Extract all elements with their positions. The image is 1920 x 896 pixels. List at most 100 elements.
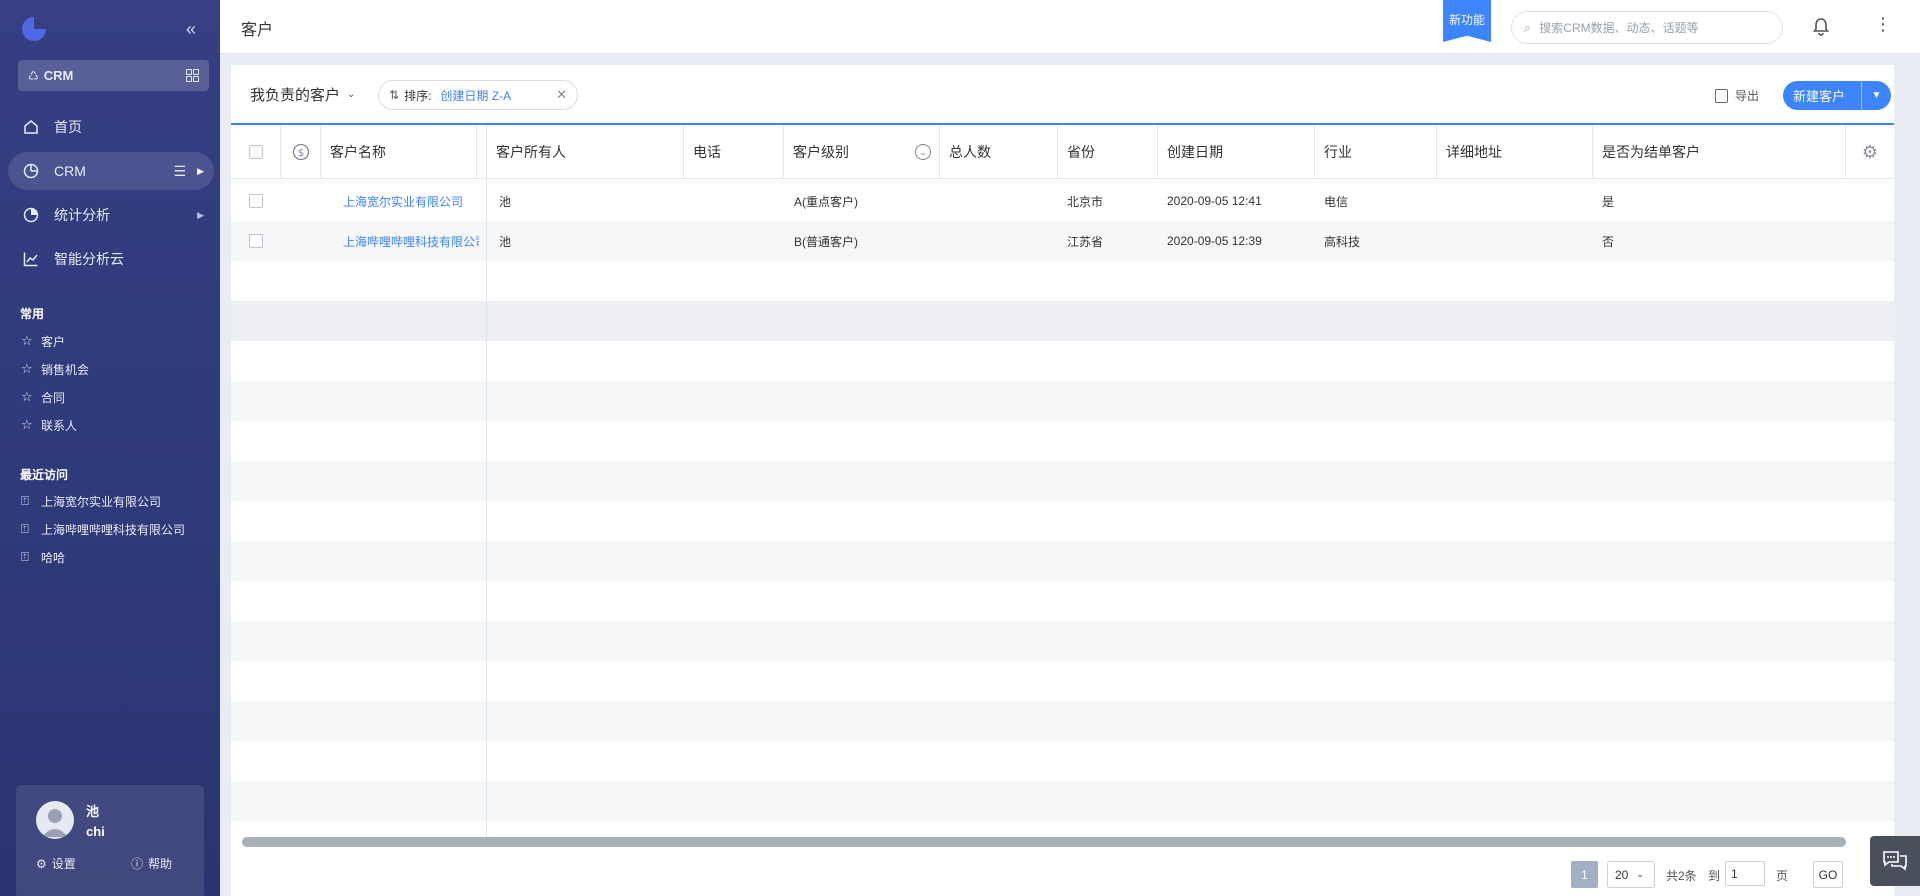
scene-dropdown[interactable]: 我负责的客户 ⌄ bbox=[250, 84, 355, 105]
new-feature-badge[interactable]: 新功能 bbox=[1443, 0, 1491, 42]
search-input[interactable] bbox=[1539, 20, 1760, 35]
page-title: 客户 bbox=[241, 22, 274, 39]
chat-support-button[interactable] bbox=[1870, 836, 1920, 886]
collapse-sidebar-icon[interactable]: « bbox=[186, 20, 196, 38]
star-icon: ☆ bbox=[21, 389, 33, 404]
row-checkbox-cell bbox=[249, 181, 263, 221]
table-row[interactable]: 上海宽尔实业有限公司 池 A(重点客户) 北京市 2020-09-05 12:4… bbox=[231, 181, 1894, 221]
page-size-select[interactable]: 20 ⌄ bbox=[1607, 861, 1655, 888]
empty-row bbox=[231, 501, 1894, 541]
row-checkbox[interactable] bbox=[249, 194, 263, 208]
sort-value: 创建日期 Z-A bbox=[440, 88, 512, 103]
chevron-down-icon[interactable]: ▼ bbox=[1861, 81, 1891, 110]
column-header[interactable]: 是否为结单客户 bbox=[1593, 125, 1846, 179]
favorite-item[interactable]: ☆ 联系人 bbox=[21, 411, 89, 439]
home-icon bbox=[22, 118, 40, 136]
help-icon: ⓘ bbox=[131, 857, 144, 871]
bag-icon: ⍐ bbox=[21, 549, 29, 564]
recent-item[interactable]: ⍐ 哈哈 bbox=[21, 543, 185, 571]
goto-label: 到 bbox=[1708, 869, 1721, 883]
favorites-list: ☆ 客户 ☆ 销售机会 ☆ 合同 ☆ 联系人 bbox=[21, 327, 89, 439]
caret-right-icon: ▶ bbox=[197, 165, 204, 176]
column-header[interactable]: 总人数 bbox=[940, 125, 1058, 179]
column-settings-cell: ⚙ bbox=[1846, 125, 1894, 179]
empty-row bbox=[231, 621, 1894, 661]
empty-row bbox=[231, 461, 1894, 501]
row-checkbox[interactable] bbox=[249, 234, 263, 248]
horizontal-scrollbar[interactable] bbox=[242, 837, 1846, 847]
column-header[interactable]: 电话 bbox=[684, 125, 784, 179]
sort-chip[interactable]: ⇅ 排序: 创建日期 Z-A ✕ bbox=[378, 80, 578, 110]
grid-icon[interactable] bbox=[186, 69, 199, 82]
nav-item-crm[interactable]: CRM ☰ ▶ bbox=[8, 152, 214, 190]
user-card: 池 chi ⚙ 设置 ⓘ 帮助 bbox=[16, 785, 204, 896]
column-header-level[interactable]: 客户级别 ⌄ bbox=[784, 125, 940, 179]
list-filter-icon[interactable]: ☰ bbox=[173, 163, 186, 180]
table-header: $ 客户名称 客户所有人 电话 客户级别 ⌄ 总人数 省份 创建日期 行业 详细… bbox=[231, 125, 1894, 179]
line-chart-icon bbox=[22, 250, 40, 268]
table-row[interactable]: 上海哔哩哔哩科技有限公司 池 B(普通客户) 江苏省 2020-09-05 12… bbox=[231, 221, 1894, 261]
sidebar: « ♺ CRM 首页 CRM ☰ ▶ 统计分析 ▶ 智能分析云 常用 ☆ 客户 … bbox=[0, 0, 220, 896]
pie-chart-icon bbox=[22, 206, 40, 224]
column-header[interactable]: 省份 bbox=[1058, 125, 1158, 179]
filter-dropdown-icon[interactable]: ⌄ bbox=[915, 144, 931, 160]
recent-title: 最近访问 bbox=[20, 468, 69, 482]
nav-item-home[interactable]: 首页 bbox=[8, 108, 214, 146]
help-link[interactable]: ⓘ 帮助 bbox=[131, 855, 172, 872]
avatar[interactable] bbox=[36, 801, 74, 839]
app-switcher[interactable]: ♺ CRM bbox=[18, 60, 209, 91]
global-search[interactable]: ⌕ bbox=[1511, 11, 1783, 44]
nav-item-analytics[interactable]: 统计分析 ▶ bbox=[8, 196, 214, 234]
goto-page-input[interactable]: 1 bbox=[1725, 861, 1765, 886]
page-number-current[interactable]: 1 bbox=[1571, 861, 1598, 888]
empty-row bbox=[231, 261, 1894, 301]
nav-item-bi-cloud[interactable]: 智能分析云 bbox=[8, 240, 214, 278]
crm-app-icon: ♺ bbox=[28, 68, 39, 83]
new-customer-button[interactable]: 新建客户 ▼ bbox=[1783, 81, 1891, 110]
nav-item-label: 首页 bbox=[54, 119, 82, 135]
app-logo[interactable] bbox=[21, 16, 47, 42]
chevron-down-icon: ⌄ bbox=[1636, 869, 1644, 879]
gear-icon[interactable]: ⚙ bbox=[1862, 142, 1878, 163]
select-all-checkbox[interactable] bbox=[248, 145, 263, 159]
owner-cell: 池 bbox=[499, 194, 512, 209]
industry-cell: 高科技 bbox=[1324, 234, 1361, 249]
sort-icon: ⇅ bbox=[389, 88, 400, 102]
column-header[interactable]: 详细地址 bbox=[1437, 125, 1593, 179]
level-cell: A(重点客户) bbox=[794, 194, 858, 209]
deal-col-header: $ bbox=[281, 125, 321, 179]
closed-cell: 是 bbox=[1602, 194, 1615, 209]
chat-icon bbox=[1883, 851, 1907, 871]
column-header[interactable]: 创建日期 bbox=[1158, 125, 1315, 179]
recent-list: ⍐ 上海宽尔实业有限公司 ⍐ 上海哔哩哔哩科技有限公司 ⍐ 哈哈 bbox=[21, 487, 185, 571]
export-button[interactable]: 导出 bbox=[1715, 87, 1759, 104]
more-options-icon[interactable]: ⋮ bbox=[1874, 15, 1892, 33]
column-header[interactable]: 行业 bbox=[1315, 125, 1437, 179]
total-count: 共2条 bbox=[1666, 869, 1697, 883]
sidebar-nav: 首页 CRM ☰ ▶ 统计分析 ▶ 智能分析云 bbox=[8, 108, 214, 284]
recent-item[interactable]: ⍐ 上海宽尔实业有限公司 bbox=[21, 487, 185, 515]
customer-name-link[interactable]: 上海哔哩哔哩科技有限公司 bbox=[343, 221, 479, 261]
sort-label: 排序: bbox=[404, 88, 432, 103]
select-all-cell bbox=[231, 125, 281, 179]
user-account: chi bbox=[86, 824, 105, 839]
recent-item[interactable]: ⍐ 上海哔哩哔哩科技有限公司 bbox=[21, 515, 185, 543]
empty-row bbox=[231, 541, 1894, 581]
caret-right-icon: ▶ bbox=[197, 209, 204, 220]
settings-link[interactable]: ⚙ 设置 bbox=[36, 855, 76, 872]
scene-label: 我负责的客户 bbox=[250, 87, 341, 104]
province-cell: 北京市 bbox=[1067, 194, 1104, 209]
favorite-item[interactable]: ☆ 客户 bbox=[21, 327, 89, 355]
close-icon[interactable]: ✕ bbox=[556, 87, 567, 103]
favorite-item[interactable]: ☆ 销售机会 bbox=[21, 355, 89, 383]
currency-icon[interactable]: $ bbox=[292, 143, 310, 161]
bell-icon[interactable] bbox=[1811, 17, 1831, 37]
nav-item-label: 智能分析云 bbox=[54, 251, 124, 267]
customer-name-link[interactable]: 上海宽尔实业有限公司 bbox=[343, 181, 479, 221]
column-header[interactable]: 客户名称 bbox=[321, 125, 477, 179]
go-button[interactable]: GO bbox=[1813, 861, 1843, 888]
column-header[interactable]: 客户所有人 bbox=[487, 125, 684, 179]
export-icon bbox=[1715, 88, 1728, 103]
favorite-item[interactable]: ☆ 合同 bbox=[21, 383, 89, 411]
empty-row bbox=[231, 661, 1894, 701]
